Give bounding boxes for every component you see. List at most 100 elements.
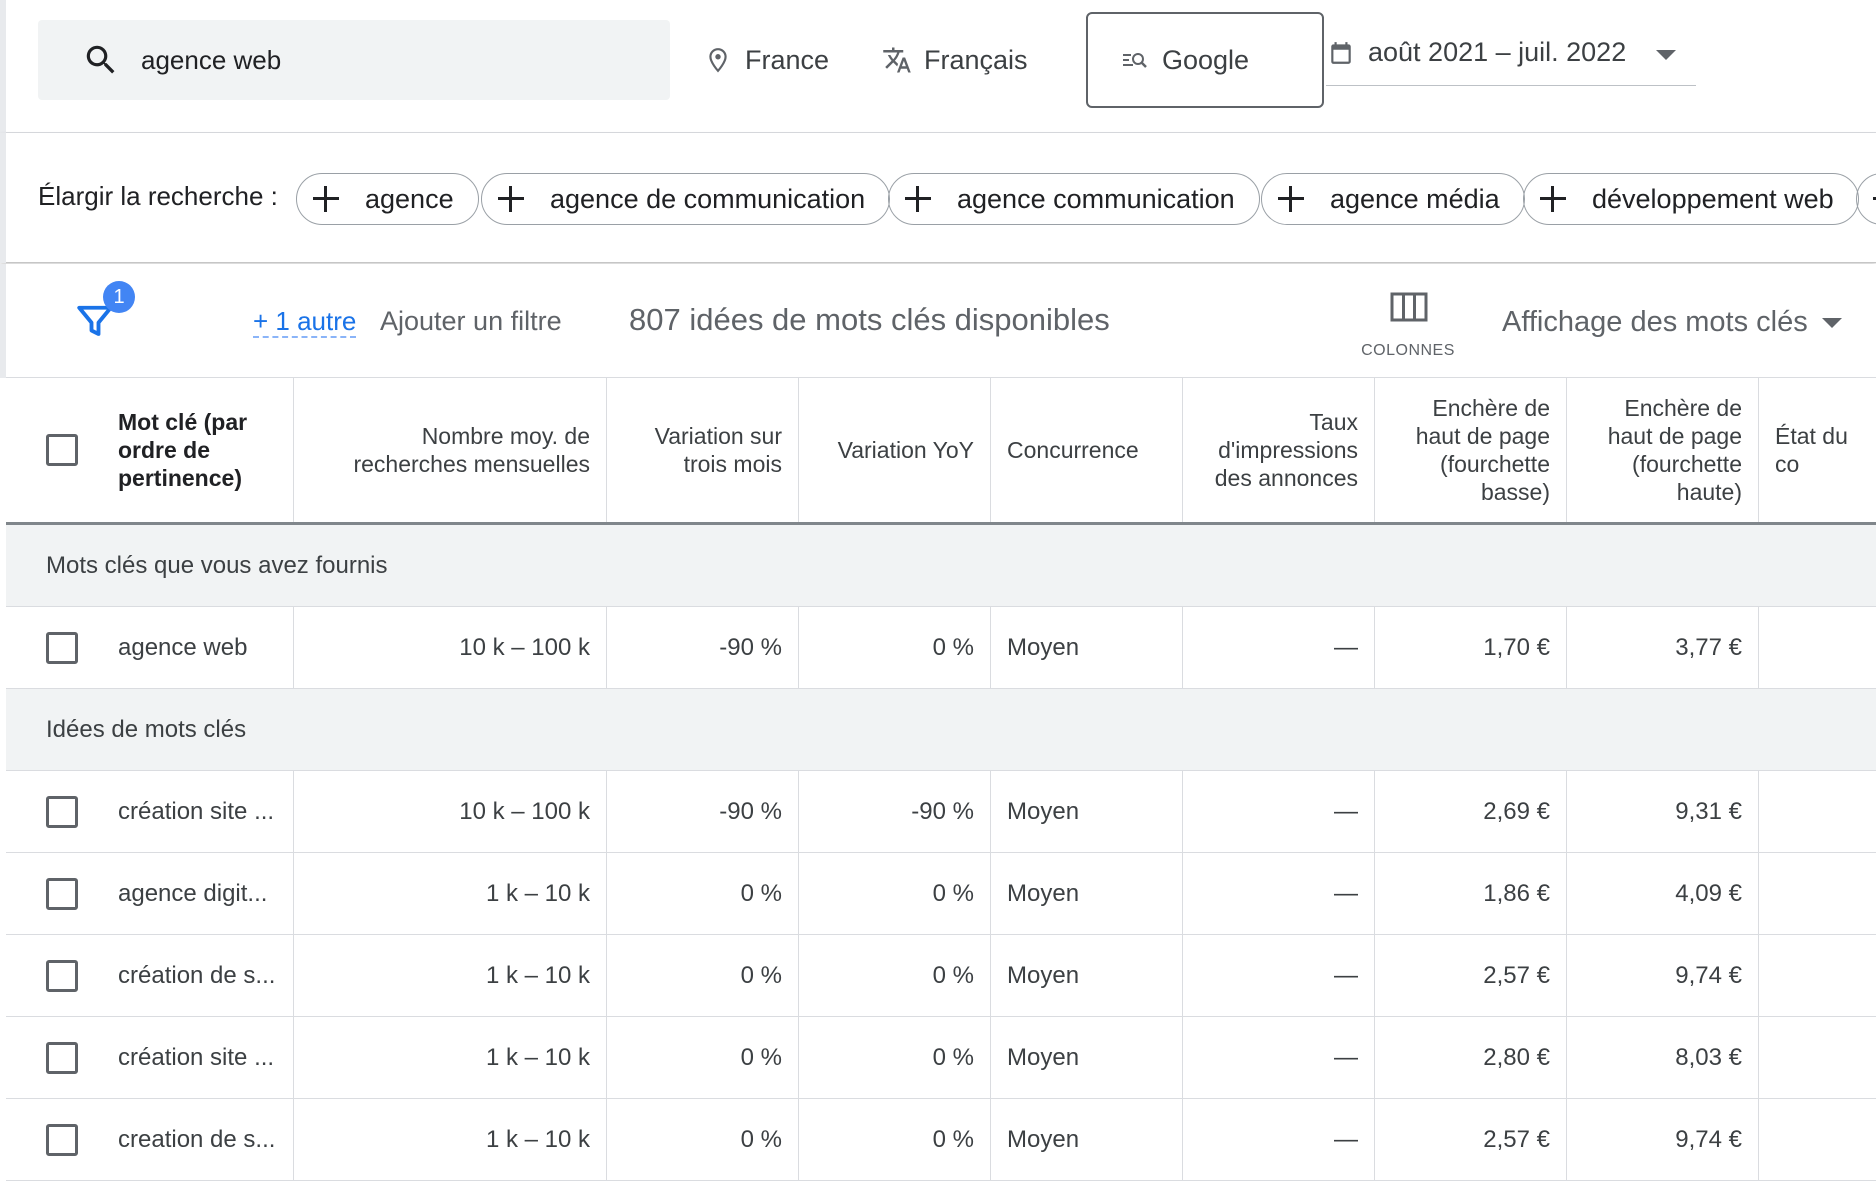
keyword-cell: creation de s...: [6, 1099, 294, 1180]
chip-label: agence média: [1330, 183, 1500, 214]
search-icon: [80, 39, 122, 81]
chip-label: développement web: [1592, 183, 1834, 214]
row-checkbox[interactable]: [46, 631, 78, 664]
searches-cell: 1 k – 10 k: [294, 1017, 607, 1098]
searches-cell: 1 k – 10 k: [294, 935, 607, 1016]
bid-low-cell: 2,57 €: [1375, 1099, 1567, 1180]
select-all-checkbox[interactable]: [46, 434, 78, 466]
three-month-cell: 0 %: [607, 1099, 799, 1180]
header-line: État du co: [1775, 423, 1848, 477]
col-status-header[interactable]: État du co: [1759, 378, 1876, 522]
col-bid-high-header[interactable]: Enchère de haut de page (fourchette haut…: [1567, 378, 1759, 522]
search-input[interactable]: agence web: [38, 20, 670, 100]
table-row[interactable]: agence web 10 k – 100 k -90 % 0 % Moyen …: [6, 607, 1876, 689]
col-competition-header[interactable]: Concurrence: [991, 378, 1183, 522]
col-searches-header[interactable]: Nombre moy. de recherches mensuelles: [294, 378, 607, 522]
add-filter-button[interactable]: Ajouter un filtre: [380, 306, 562, 336]
table-header: Mot clé (par ordre de pertinence) Nombre…: [6, 378, 1876, 525]
row-checkbox[interactable]: [46, 1123, 78, 1156]
keyword-text: création site ...: [118, 797, 275, 825]
keyword-cell: création site ...: [6, 1017, 294, 1098]
keyword-cell: création de s...: [6, 935, 294, 1016]
bid-low-cell: 2,69 €: [1375, 771, 1567, 852]
top-bar: agence web France Français Google août 2…: [0, 0, 1876, 133]
group-label: Mots clés que vous avez fournis: [46, 552, 388, 579]
competition-cell: Moyen: [991, 607, 1183, 688]
chip-label: agence communication: [957, 183, 1235, 214]
col-bid-low-header[interactable]: Enchère de haut de page (fourchette bass…: [1375, 378, 1567, 522]
competition-cell: Moyen: [991, 853, 1183, 934]
search-network-icon: [1120, 45, 1150, 75]
header-line: d'impressions: [1218, 437, 1358, 463]
row-checkbox[interactable]: [46, 959, 78, 992]
yoy-cell: 0 %: [799, 853, 991, 934]
keyword-text: création site ...: [118, 1043, 275, 1071]
header-line: pertinence): [118, 465, 242, 491]
location-filter[interactable]: France: [703, 20, 829, 100]
group-label: Idées de mots clés: [46, 716, 247, 743]
impression-share-cell: —: [1183, 607, 1375, 688]
header-line: Variation sur: [654, 423, 782, 449]
columns-icon: [1390, 292, 1428, 322]
header-line: haut de page: [1415, 423, 1550, 449]
table-row[interactable]: agence digit... 1 k – 10 k 0 % 0 % Moyen…: [6, 853, 1876, 935]
table-row[interactable]: création site ... 10 k – 100 k -90 % -90…: [6, 771, 1876, 853]
bid-low-cell: 2,80 €: [1375, 1017, 1567, 1098]
broaden-label: Élargir la recherche :: [38, 181, 278, 211]
col-three-month-header[interactable]: Variation sur trois mois: [607, 378, 799, 522]
yoy-cell: -90 %: [799, 771, 991, 852]
row-checkbox[interactable]: [46, 795, 78, 828]
broaden-chip-agence-media[interactable]: agence média: [1261, 173, 1525, 225]
col-keyword-header[interactable]: Mot clé (par ordre de pertinence): [118, 408, 247, 492]
status-cell: [1759, 935, 1876, 1016]
view-select-label: Affichage des mots clés: [1502, 306, 1808, 338]
chip-label: agence: [365, 183, 454, 214]
bid-high-cell: 8,03 €: [1567, 1017, 1759, 1098]
ideas-count: 807 idées de mots clés disponibles: [629, 302, 1110, 337]
language-filter[interactable]: Français: [882, 20, 1028, 100]
table-row[interactable]: création site ... 1 k – 10 k 0 % 0 % Moy…: [6, 1017, 1876, 1099]
row-checkbox[interactable]: [46, 877, 78, 910]
row-checkbox[interactable]: [46, 1041, 78, 1074]
header-line: haut de page: [1607, 423, 1742, 449]
keyword-cell: agence digit...: [6, 853, 294, 934]
header-line: des annonces: [1214, 465, 1358, 491]
calendar-icon: [1326, 38, 1356, 68]
broaden-search-bar: Élargir la recherche : agence agence de …: [0, 133, 1876, 263]
select-all-cell: Mot clé (par ordre de pertinence): [6, 378, 294, 522]
searches-cell: 10 k – 100 k: [294, 607, 607, 688]
col-impression-share-header[interactable]: Taux d'impressions des annonces: [1183, 378, 1375, 522]
status-cell: [1759, 1017, 1876, 1098]
group-header-ideas: Idées de mots clés: [6, 689, 1876, 771]
table-row[interactable]: création de s... 1 k – 10 k 0 % 0 % Moye…: [6, 935, 1876, 1017]
header-line: haute): [1676, 479, 1742, 505]
date-range-select[interactable]: août 2021 – juil. 2022: [1326, 20, 1696, 86]
broaden-chip-agence-de-communication[interactable]: agence de communication: [481, 173, 891, 225]
searches-cell: 1 k – 10 k: [294, 1099, 607, 1180]
bid-high-cell: 9,31 €: [1567, 771, 1759, 852]
network-filter[interactable]: Google: [1086, 12, 1324, 108]
more-filters-link[interactable]: + 1 autre: [253, 306, 357, 338]
table-row[interactable]: creation de s... 1 k – 10 k 0 % 0 % Moye…: [6, 1099, 1876, 1181]
columns-button[interactable]: COLONNES: [1356, 286, 1460, 370]
yoy-cell: 0 %: [799, 607, 991, 688]
broaden-chip-agence-communication[interactable]: agence communication: [888, 173, 1260, 225]
plus-icon: [1538, 184, 1568, 214]
broaden-chip-agence[interactable]: agence: [296, 173, 479, 225]
bid-low-cell: 1,70 €: [1375, 607, 1567, 688]
keyword-view-select[interactable]: Affichage des mots clés: [1502, 304, 1842, 340]
bid-high-cell: 9,74 €: [1567, 935, 1759, 1016]
broaden-chip-overflow[interactable]: [1856, 173, 1876, 225]
three-month-cell: -90 %: [607, 607, 799, 688]
filter-toolbar: 1 + 1 autre Ajouter un filtre 807 idées …: [0, 264, 1876, 378]
keyword-text: creation de s...: [118, 1125, 276, 1153]
col-yoy-header[interactable]: Variation YoY: [799, 378, 991, 522]
yoy-cell: 0 %: [799, 1099, 991, 1180]
competition-cell: Moyen: [991, 1017, 1183, 1098]
header-line: trois mois: [683, 451, 782, 477]
broaden-chip-developpement-web[interactable]: développement web: [1523, 173, 1859, 225]
header-line: ordre de: [118, 437, 211, 463]
bid-high-cell: 3,77 €: [1567, 607, 1759, 688]
header-line: Taux: [1309, 409, 1358, 435]
searches-cell: 10 k – 100 k: [294, 771, 607, 852]
